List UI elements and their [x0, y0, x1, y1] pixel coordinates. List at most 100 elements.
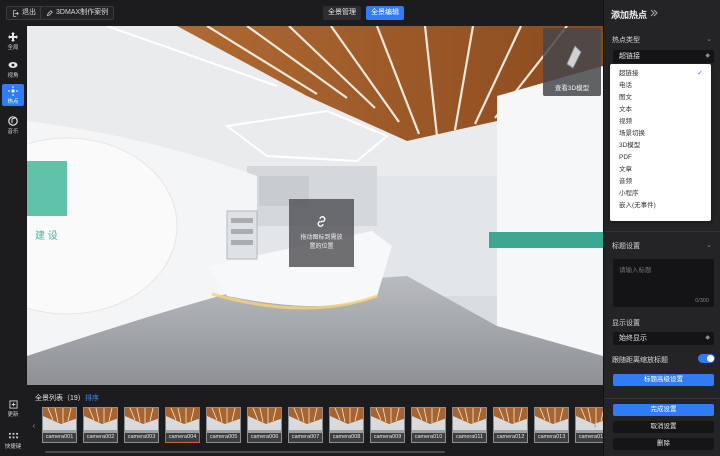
cancel-button[interactable]: 取消设置 [613, 421, 714, 433]
dropdown-option[interactable]: 图文 [610, 92, 711, 104]
tab-panorama-manage[interactable]: 全景管理 [323, 6, 361, 20]
dropdown-option[interactable]: 场景切换 [610, 128, 711, 140]
dropdown-option-label: 嵌入(无事件) [619, 202, 656, 209]
follow-zoom-toggle[interactable] [698, 354, 715, 363]
panorama-thumbnail[interactable]: camera008 [329, 407, 364, 443]
scroll-right-arrow[interactable]: › [591, 415, 599, 437]
panorama-thumbnail[interactable]: camera005 [206, 407, 241, 443]
dropdown-option-label: 小程序 [619, 190, 639, 197]
thumbnail-scrollbar[interactable] [45, 451, 445, 453]
dropdown-option-label: 3D模型 [619, 142, 641, 149]
dropdown-option[interactable]: 3D模型 [610, 140, 711, 152]
dropdown-option[interactable]: 音频 [610, 176, 711, 188]
thumbnail-strip: camera001 camera002 camera003 camera004 came… [42, 407, 610, 443]
eye-icon [8, 61, 18, 68]
panorama-list: 全景列表（19） 排序 ‹ camera001 camera002 camera00… [27, 385, 610, 456]
delete-button[interactable]: 删除 [613, 438, 714, 450]
tool-update[interactable]: 更新 [2, 398, 24, 420]
project-label: 3DMAX制作案例 [56, 9, 109, 16]
exit-icon [13, 9, 19, 17]
panorama-thumbnail[interactable]: camera003 [124, 407, 159, 443]
panorama-thumbnail[interactable]: camera012 [493, 407, 528, 443]
panorama-thumbnail[interactable]: camera001 [42, 407, 77, 443]
done-button[interactable]: 完成设置 [613, 404, 714, 416]
left-toolbar: 全局 视角 热点 音乐 更新 快捷键 [0, 26, 26, 456]
thumbnail-label: camera004 [166, 433, 199, 442]
tab-panorama-edit[interactable]: 全景编辑 [366, 6, 404, 20]
dropdown-option[interactable]: 视频 [610, 116, 711, 128]
panorama-thumbnail[interactable]: camera004 [165, 407, 200, 443]
tool-music[interactable]: 音乐 [2, 114, 24, 136]
display-settings-label: 显示设置 [612, 320, 640, 327]
panorama-thumbnail[interactable]: camera006 [247, 407, 282, 443]
update-icon [8, 400, 18, 409]
section-caret-icon[interactable]: ⌄ [706, 35, 712, 43]
cube-icon [566, 45, 582, 69]
keyboard-icon [8, 432, 18, 439]
panorama-thumbnail[interactable]: camera002 [83, 407, 118, 443]
dropdown-option[interactable]: 文章 [610, 164, 711, 176]
panorama-thumbnail[interactable]: camera013 [534, 407, 569, 443]
check-icon: ✓ [697, 70, 703, 77]
hotspot-type-select[interactable]: 超链接 ◆ [613, 50, 714, 63]
thumbnail-label: camera011 [453, 433, 486, 442]
project-button[interactable]: 3DMAX制作案例 [40, 6, 115, 20]
panorama-thumbnail[interactable]: camera009 [370, 407, 405, 443]
tool-music-label: 音乐 [7, 128, 19, 135]
tool-shortcuts[interactable]: 快捷键 [2, 430, 24, 452]
panorama-thumbnail[interactable]: camera011 [452, 407, 487, 443]
dropdown-option-label: 文本 [619, 106, 632, 113]
dropdown-option[interactable]: PDF [610, 152, 711, 164]
tool-hotspot[interactable]: 热点 [2, 84, 24, 106]
dropdown-option-label: 场景切换 [619, 130, 645, 137]
link-icon [317, 216, 326, 227]
dropdown-option-label: 图文 [619, 94, 632, 101]
scroll-left-arrow[interactable]: ‹ [30, 415, 38, 437]
section-caret-icon[interactable]: ⌄ [706, 241, 712, 249]
back-button[interactable]: 退出 [6, 6, 42, 20]
panorama-thumbnail[interactable]: camera010 [411, 407, 446, 443]
chevron-down-icon: ◆ [705, 335, 710, 341]
dropdown-option[interactable]: 小程序 [610, 188, 711, 200]
tool-update-label: 更新 [7, 412, 19, 418]
title-placeholder: 请输入标题 [619, 267, 652, 274]
dropdown-option-label: 音频 [619, 178, 632, 185]
divider [604, 231, 720, 232]
top-bar: 退出 3DMAX制作案例 全景管理 全景编辑 [0, 0, 603, 26]
tool-global[interactable]: 全局 [2, 30, 24, 52]
display-mode-select[interactable]: 始终显示 ◆ [613, 332, 714, 345]
move-icon [8, 31, 18, 42]
dropdown-option[interactable]: 嵌入(无事件) [610, 200, 711, 212]
sort-link[interactable]: 排序 [85, 393, 99, 403]
thumbnail-label: camera009 [371, 433, 404, 442]
title-textarea[interactable]: 请输入标题 0/300 [613, 259, 714, 307]
tool-view[interactable]: 视角 [2, 58, 24, 80]
thumbnail-label: camera007 [289, 433, 322, 442]
advanced-title-settings-button[interactable]: 标题高级设置 [613, 374, 714, 386]
edit-icon [46, 9, 53, 16]
thumbnail-label: camera002 [84, 433, 117, 442]
view-3d-model-button[interactable]: 查看3D模型 [543, 28, 601, 96]
dropdown-option-label: PDF [619, 154, 632, 161]
tool-view-label: 视角 [7, 72, 19, 79]
display-mode-value: 始终显示 [619, 335, 647, 342]
hotspot-type-value: 超链接 [619, 53, 640, 60]
tool-hotspot-label: 热点 [7, 98, 19, 105]
music-icon [8, 115, 18, 126]
thumbnail-label: camera008 [330, 433, 363, 442]
thumbnail-label: camera012 [494, 433, 527, 442]
dropdown-option[interactable]: 超链接 ✓ [610, 68, 711, 80]
hotspot-drag-target[interactable]: 拖动图标到需放 置的位置 [289, 199, 354, 267]
dropdown-option[interactable]: 文本 [610, 104, 711, 116]
title-settings-label: 标题设置 [612, 243, 640, 250]
collapse-icon[interactable] [650, 9, 658, 17]
thumbnail-label: camera010 [412, 433, 445, 442]
hotspot-hint-line1: 拖动图标到需放 [300, 235, 343, 241]
panorama-viewport[interactable]: 建 设 拖动图标到需放 置的位置 查看3D模型 [27, 26, 603, 385]
dropdown-option[interactable]: 电话 [610, 80, 711, 92]
panorama-list-title: 全景列表（19） [35, 395, 85, 402]
dropdown-option-label: 超链接 [619, 70, 639, 77]
panorama-thumbnail[interactable]: camera007 [288, 407, 323, 443]
thumbnail-label: camera001 [43, 433, 76, 442]
dropdown-option-label: 视频 [619, 118, 632, 125]
